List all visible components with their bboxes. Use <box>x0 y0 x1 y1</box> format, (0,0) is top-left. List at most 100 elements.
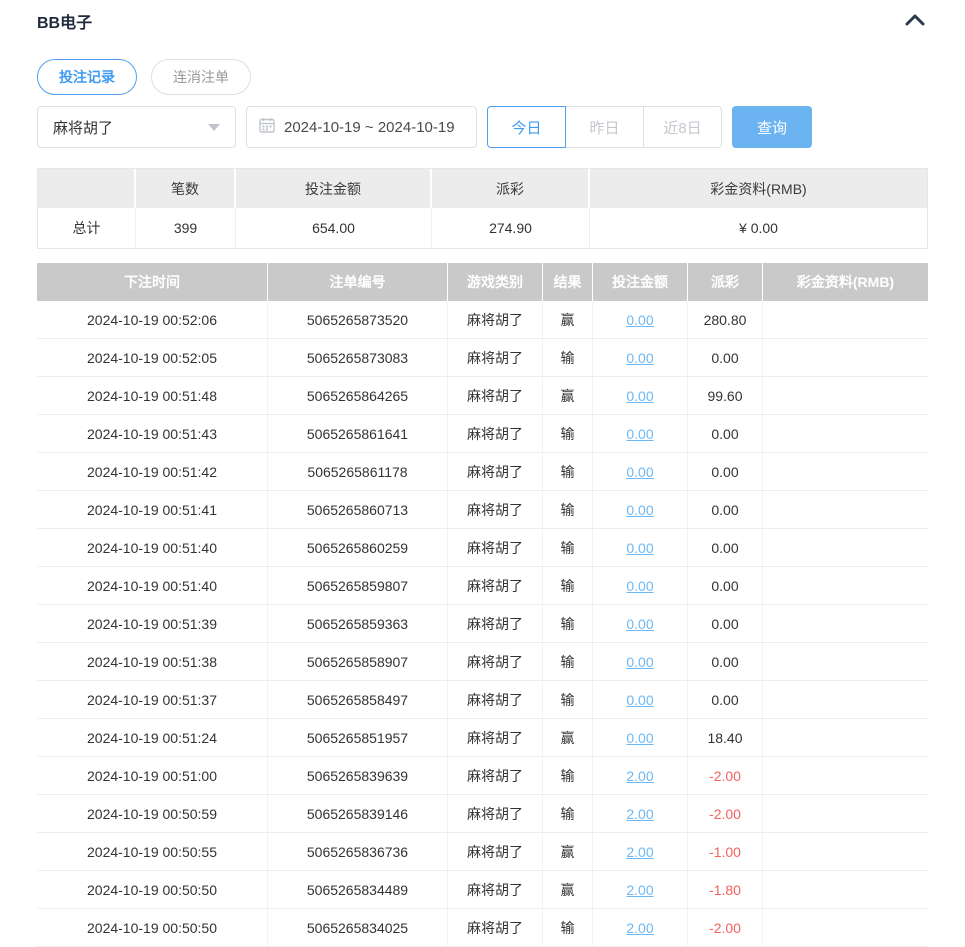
date-range-value: 2024-10-19 ~ 2024-10-19 <box>284 119 455 136</box>
bet-amount-link[interactable]: 0.00 <box>626 540 653 556</box>
quick-range-today[interactable]: 今日 <box>487 106 566 148</box>
result-cell: 赢 <box>543 833 593 870</box>
order-number-cell: 5065265858497 <box>268 681 448 718</box>
game-type-cell: 麻将胡了 <box>448 795 543 832</box>
bet-amount-link[interactable]: 0.00 <box>626 388 653 404</box>
summary-bet-amount-value: 654.00 <box>236 208 432 248</box>
bet-amount-link[interactable]: 0.00 <box>626 426 653 442</box>
result-cell: 输 <box>543 909 593 946</box>
summary-table: 笔数 投注金额 派彩 彩金资料(RMB) 总计 399 654.00 274.9… <box>37 168 928 249</box>
result-cell: 输 <box>543 757 593 794</box>
table-row: 2024-10-19 00:51:00 5065265839639 麻将胡了 输… <box>37 757 928 795</box>
payout-cell: 0.00 <box>688 491 763 528</box>
payout-cell: 18.40 <box>688 719 763 756</box>
bonus-cell <box>763 909 928 946</box>
summary-header-count: 笔数 <box>136 169 236 208</box>
table-row: 2024-10-19 00:51:40 5065265859807 麻将胡了 输… <box>37 567 928 605</box>
result-cell: 输 <box>543 567 593 604</box>
game-type-cell: 麻将胡了 <box>448 871 543 908</box>
order-number-cell: 5065265834489 <box>268 871 448 908</box>
game-type-cell: 麻将胡了 <box>448 415 543 452</box>
bet-amount-link[interactable]: 0.00 <box>626 350 653 366</box>
col-header-order-number: 注单编号 <box>268 263 448 301</box>
table-row: 2024-10-19 00:52:06 5065265873520 麻将胡了 赢… <box>37 301 928 339</box>
bet-amount-link[interactable]: 0.00 <box>626 502 653 518</box>
page-header: BB电子 <box>37 8 928 34</box>
bonus-cell <box>763 415 928 452</box>
payout-cell: -2.00 <box>688 909 763 946</box>
result-cell: 赢 <box>543 301 593 338</box>
bet-amount-link[interactable]: 0.00 <box>626 616 653 632</box>
bonus-cell <box>763 871 928 908</box>
payout-cell: 0.00 <box>688 643 763 680</box>
table-row: 2024-10-19 00:51:48 5065265864265 麻将胡了 赢… <box>37 377 928 415</box>
payout-cell: 0.00 <box>688 567 763 604</box>
table-row: 2024-10-19 00:52:05 5065265873083 麻将胡了 输… <box>37 339 928 377</box>
records-table-body: 2024-10-19 00:52:06 5065265873520 麻将胡了 赢… <box>37 301 928 947</box>
bet-amount-link[interactable]: 0.00 <box>626 692 653 708</box>
table-row: 2024-10-19 00:51:40 5065265860259 麻将胡了 输… <box>37 529 928 567</box>
table-row: 2024-10-19 00:50:59 5065265839146 麻将胡了 输… <box>37 795 928 833</box>
bet-time-cell: 2024-10-19 00:50:59 <box>37 795 268 832</box>
col-header-bet-time: 下注时间 <box>37 263 268 301</box>
order-number-cell: 5065265860713 <box>268 491 448 528</box>
summary-header-row: 笔数 投注金额 派彩 彩金资料(RMB) <box>38 169 927 208</box>
result-cell: 输 <box>543 453 593 490</box>
bet-amount-link[interactable]: 2.00 <box>626 806 653 822</box>
bet-amount-link[interactable]: 0.00 <box>626 654 653 670</box>
quick-range-last8days[interactable]: 近8日 <box>643 106 722 148</box>
bet-amount-link[interactable]: 2.00 <box>626 882 653 898</box>
tab-cancelled-orders[interactable]: 连消注单 <box>151 59 251 95</box>
collapse-button[interactable] <box>902 8 928 34</box>
bonus-cell <box>763 301 928 338</box>
payout-cell: 0.00 <box>688 605 763 642</box>
order-number-cell: 5065265836736 <box>268 833 448 870</box>
table-row: 2024-10-19 00:51:37 5065265858497 麻将胡了 输… <box>37 681 928 719</box>
game-type-cell: 麻将胡了 <box>448 453 543 490</box>
bet-amount-link[interactable]: 2.00 <box>626 768 653 784</box>
tab-bet-records[interactable]: 投注记录 <box>37 59 137 95</box>
bet-amount-link[interactable]: 0.00 <box>626 312 653 328</box>
bet-time-cell: 2024-10-19 00:50:55 <box>37 833 268 870</box>
bet-time-cell: 2024-10-19 00:50:50 <box>37 909 268 946</box>
payout-cell: 99.60 <box>688 377 763 414</box>
bet-amount-link[interactable]: 0.00 <box>626 730 653 746</box>
panel-bb-dianzi: BB电子 投注记录 连消注单 麻将胡了 2024-10-19 ~ 2024-10… <box>0 0 965 947</box>
bet-time-cell: 2024-10-19 00:51:37 <box>37 681 268 718</box>
summary-count-value: 399 <box>136 208 236 248</box>
bonus-cell <box>763 377 928 414</box>
order-number-cell: 5065265860259 <box>268 529 448 566</box>
bonus-cell <box>763 567 928 604</box>
quick-range-yesterday[interactable]: 昨日 <box>565 106 644 148</box>
table-row: 2024-10-19 00:51:41 5065265860713 麻将胡了 输… <box>37 491 928 529</box>
game-type-cell: 麻将胡了 <box>448 681 543 718</box>
game-select[interactable]: 麻将胡了 <box>37 106 236 148</box>
query-button[interactable]: 查询 <box>732 106 812 148</box>
table-row: 2024-10-19 00:51:42 5065265861178 麻将胡了 输… <box>37 453 928 491</box>
bet-amount-link[interactable]: 0.00 <box>626 464 653 480</box>
records-table-header: 下注时间 注单编号 游戏类别 结果 投注金额 派彩 彩金资料(RMB) <box>37 263 928 301</box>
game-type-cell: 麻将胡了 <box>448 567 543 604</box>
payout-cell: 0.00 <box>688 681 763 718</box>
bet-time-cell: 2024-10-19 00:51:38 <box>37 643 268 680</box>
bet-time-cell: 2024-10-19 00:51:00 <box>37 757 268 794</box>
bonus-cell <box>763 757 928 794</box>
result-cell: 输 <box>543 643 593 680</box>
order-number-cell: 5065265873083 <box>268 339 448 376</box>
bet-time-cell: 2024-10-19 00:51:43 <box>37 415 268 452</box>
game-type-cell: 麻将胡了 <box>448 909 543 946</box>
bonus-cell <box>763 833 928 870</box>
game-type-cell: 麻将胡了 <box>448 643 543 680</box>
date-range-input[interactable]: 2024-10-19 ~ 2024-10-19 <box>246 106 477 148</box>
col-header-game-type: 游戏类别 <box>448 263 543 301</box>
bet-time-cell: 2024-10-19 00:51:48 <box>37 377 268 414</box>
records-table: 下注时间 注单编号 游戏类别 结果 投注金额 派彩 彩金资料(RMB) 2024… <box>37 263 928 947</box>
bet-amount-link[interactable]: 2.00 <box>626 844 653 860</box>
bet-time-cell: 2024-10-19 00:52:06 <box>37 301 268 338</box>
game-type-cell: 麻将胡了 <box>448 833 543 870</box>
bet-amount-link[interactable]: 0.00 <box>626 578 653 594</box>
order-number-cell: 5065265873520 <box>268 301 448 338</box>
bonus-cell <box>763 795 928 832</box>
order-number-cell: 5065265861641 <box>268 415 448 452</box>
payout-cell: 280.80 <box>688 301 763 338</box>
